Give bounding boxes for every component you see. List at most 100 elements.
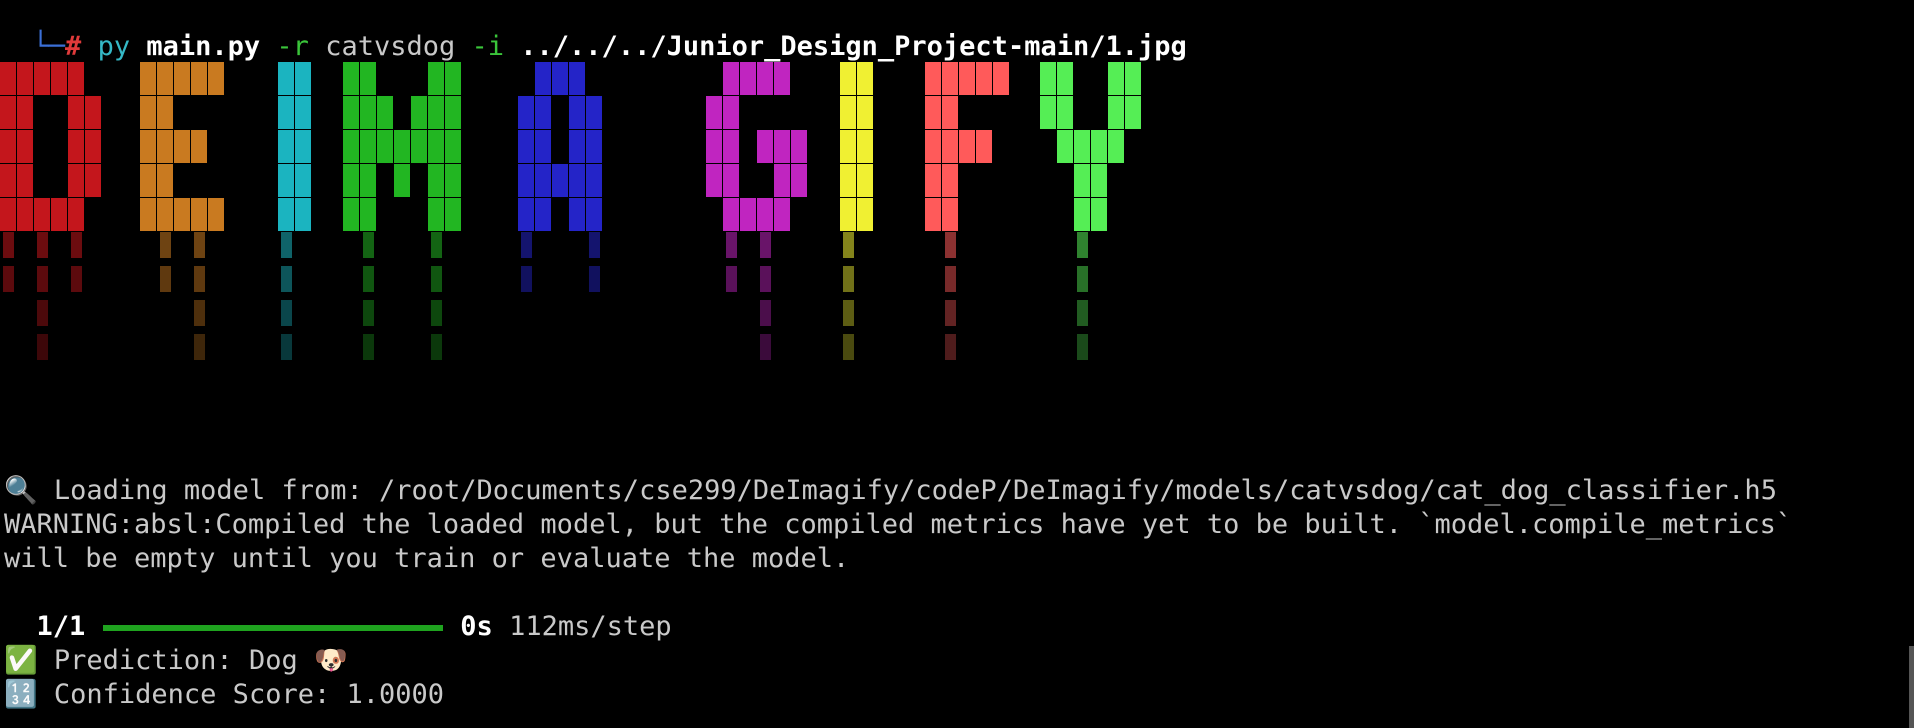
banner-block	[840, 130, 856, 163]
banner-block	[157, 198, 173, 231]
banner-block	[411, 96, 427, 129]
banner-block	[757, 130, 773, 163]
prediction-line: ✅ Prediction: Dog 🐶	[4, 645, 348, 676]
banner-block	[68, 62, 84, 95]
banner-letter	[706, 62, 807, 360]
banner-block	[428, 130, 444, 163]
banner-block	[1074, 130, 1090, 163]
banner-drip	[363, 266, 374, 292]
banner-block	[0, 164, 16, 197]
banner-block	[157, 164, 173, 197]
banner-block	[976, 62, 992, 95]
banner-block	[208, 62, 224, 95]
banner-block	[723, 62, 739, 95]
banner-drip	[945, 232, 956, 258]
banner-block	[706, 130, 722, 163]
banner-block	[1125, 96, 1141, 129]
banner-drip	[726, 232, 737, 258]
banner-block	[140, 62, 156, 95]
banner-drip	[843, 266, 854, 292]
command-py: py	[97, 31, 131, 62]
progress-count: 1/1	[36, 611, 86, 642]
banner-drip	[431, 334, 442, 360]
banner-block	[925, 164, 941, 197]
banner-drip	[37, 266, 48, 292]
banner-block	[1091, 164, 1107, 197]
banner-drip	[1077, 232, 1088, 258]
banner-block	[569, 96, 585, 129]
banner-block	[428, 96, 444, 129]
banner-block	[445, 198, 461, 231]
banner-drip	[281, 300, 292, 326]
banner-block	[157, 130, 173, 163]
banner-block	[17, 62, 33, 95]
banner-block	[586, 198, 602, 231]
command-flag-r: -r	[276, 31, 309, 62]
banner-block	[278, 164, 294, 197]
banner-block	[518, 198, 534, 231]
banner-block	[1057, 96, 1073, 129]
banner-block	[1074, 198, 1090, 231]
terminal-scrollbar[interactable]	[1909, 646, 1914, 728]
banner-block	[1091, 130, 1107, 163]
warning-line-1: WARNING:absl:Compiled the loaded model, …	[4, 509, 1793, 540]
banner-drip	[37, 334, 48, 360]
banner-drip	[160, 266, 171, 292]
banner-drip	[589, 266, 600, 292]
banner-block	[343, 164, 359, 197]
banner-block	[377, 130, 393, 163]
banner-block	[942, 96, 958, 129]
banner-block	[857, 130, 873, 163]
banner-block	[925, 62, 941, 95]
banner-block	[17, 130, 33, 163]
banner-letter	[343, 62, 461, 360]
banner-block	[0, 62, 16, 95]
banner-block	[191, 130, 207, 163]
banner-block	[840, 198, 856, 231]
banner-drip	[760, 266, 771, 292]
banner-block	[959, 62, 975, 95]
banner-drip	[160, 232, 171, 258]
banner-block	[191, 198, 207, 231]
banner-block	[840, 62, 856, 95]
banner-drip	[945, 266, 956, 292]
banner-block	[1091, 198, 1107, 231]
progress-rate: 112ms/step	[509, 611, 672, 642]
banner-block	[445, 130, 461, 163]
banner-block	[343, 96, 359, 129]
banner-drip	[71, 232, 82, 258]
banner-block	[925, 130, 941, 163]
banner-block	[942, 130, 958, 163]
progress-bar	[103, 624, 444, 631]
banner-block	[740, 198, 756, 231]
banner-letter	[140, 62, 224, 360]
banner-block	[569, 164, 585, 197]
banner-block	[278, 198, 294, 231]
banner-block	[140, 130, 156, 163]
banner-block	[34, 198, 50, 231]
banner-block	[1074, 164, 1090, 197]
banner-block	[85, 96, 101, 129]
banner-block	[394, 164, 410, 197]
banner-block	[586, 96, 602, 129]
banner-block	[993, 62, 1009, 95]
banner-block	[295, 130, 311, 163]
prompt-branch: └─	[32, 31, 66, 62]
banner-block	[857, 164, 873, 197]
banner-block	[569, 62, 585, 95]
banner-block	[394, 130, 410, 163]
banner-drip	[521, 232, 532, 258]
banner-block	[586, 130, 602, 163]
banner-letter	[518, 62, 602, 292]
banner-drip	[281, 334, 292, 360]
banner-block	[17, 198, 33, 231]
banner-drip	[281, 232, 292, 258]
banner-block	[85, 164, 101, 197]
banner-block	[428, 164, 444, 197]
command-path: ../../../Junior_Design_Project-main/1.jp…	[520, 31, 1187, 62]
banner-block	[1040, 62, 1056, 95]
command-model: catvsdog	[325, 31, 456, 62]
banner-block	[428, 198, 444, 231]
banner-block	[360, 130, 376, 163]
banner-block	[774, 164, 790, 197]
